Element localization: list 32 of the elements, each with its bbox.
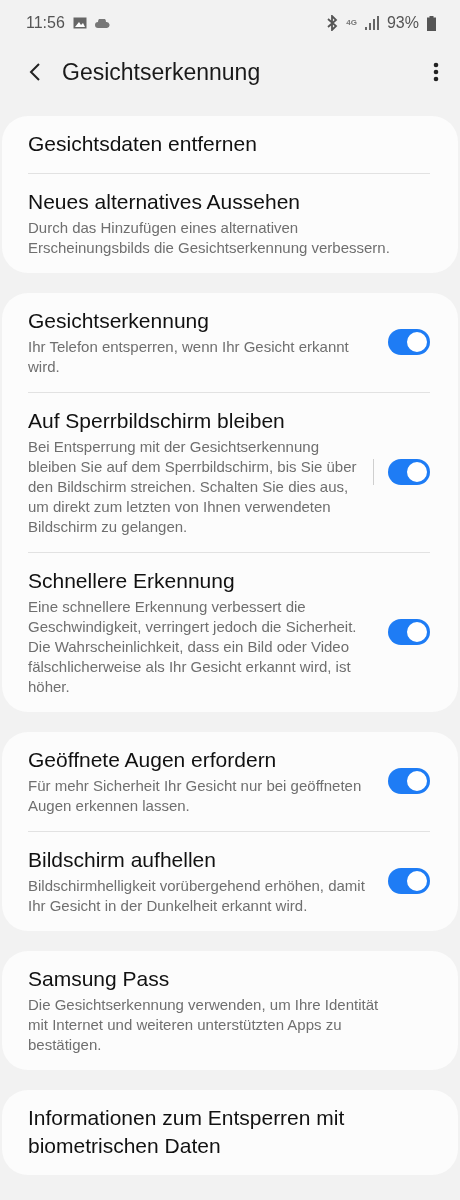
setting-title[interactable]: Auf Sperrbildschirm bleiben (28, 407, 285, 435)
setting-title[interactable]: Gesichtserkennung (28, 307, 209, 335)
setting-description: Bei Entsperrung mit der Gesichtserkennung bleiben Sie auf dem Sperrbildschirm, bis Sie über den Bildschirm streichen. Schalten Sie dies aus, um direkt zum letzten von Ihnen verwendeten Bildschirm zu gelangen. (28, 437, 358, 537)
clock: 11:56 (26, 14, 65, 32)
toggle-switch[interactable] (388, 459, 430, 485)
page-title: Gesichtserkennung (62, 58, 262, 86)
setting-title[interactable]: Schnellere Erkennung (28, 567, 235, 595)
battery-icon (427, 15, 436, 31)
cloud-icon (94, 18, 110, 28)
toggle-switch[interactable] (388, 329, 430, 355)
bluetooth-icon (326, 15, 339, 31)
setting-description: Durch das Hinzufügen eines alternativen Erscheinungsbilds die Gesichtserkennung verbessern. (28, 218, 391, 258)
setting-description: Ihr Telefon entsperren, wenn Ihr Gesicht erkannt wird. (28, 337, 350, 377)
toggle-switch[interactable] (388, 868, 430, 894)
toggle-switch[interactable] (388, 619, 430, 645)
setting-title[interactable]: Informationen zum Entsperren mit biometrischen Daten (28, 1104, 400, 1160)
more-icon[interactable] (433, 62, 439, 82)
setting-title[interactable]: Geöffnete Augen erfordern (28, 746, 277, 774)
signal-icon (364, 16, 379, 30)
setting-description: Bildschirmhelligkeit vorübergehend erhöhen, damit Ihr Gesicht in der Dunkelheit erkannt wird. (28, 876, 366, 916)
setting-title[interactable]: Gesichtsdaten entfernen (28, 130, 257, 158)
setting-title[interactable]: Samsung Pass (28, 965, 170, 993)
setting-title[interactable]: Bildschirm aufhellen (28, 846, 216, 874)
battery-percentage: 93% (386, 14, 419, 32)
toggle-switch[interactable] (388, 768, 430, 794)
network-type: 4G (346, 19, 357, 27)
setting-description: Die Gesichtserkennung verwenden, um Ihre Identität mit Internet und weiteren unterstützten Apps zu bestätigen. (28, 995, 380, 1055)
back-icon[interactable] (29, 62, 41, 82)
setting-title[interactable]: Neues alternatives Aussehen (28, 188, 300, 216)
setting-description: Für mehr Sicherheit Ihr Gesicht nur bei geöffneten Augen erkennen lassen. (28, 776, 363, 816)
image-icon (72, 17, 87, 29)
setting-description: Eine schnellere Erkennung verbessert die Geschwindigkeit, verringert jedoch die Sicherheit. Die Wahrscheinlichkeit, dass ein Bild oder Video fälschlicherweise als Ihr Gesicht erkannt wird, ist höher. (28, 597, 358, 697)
